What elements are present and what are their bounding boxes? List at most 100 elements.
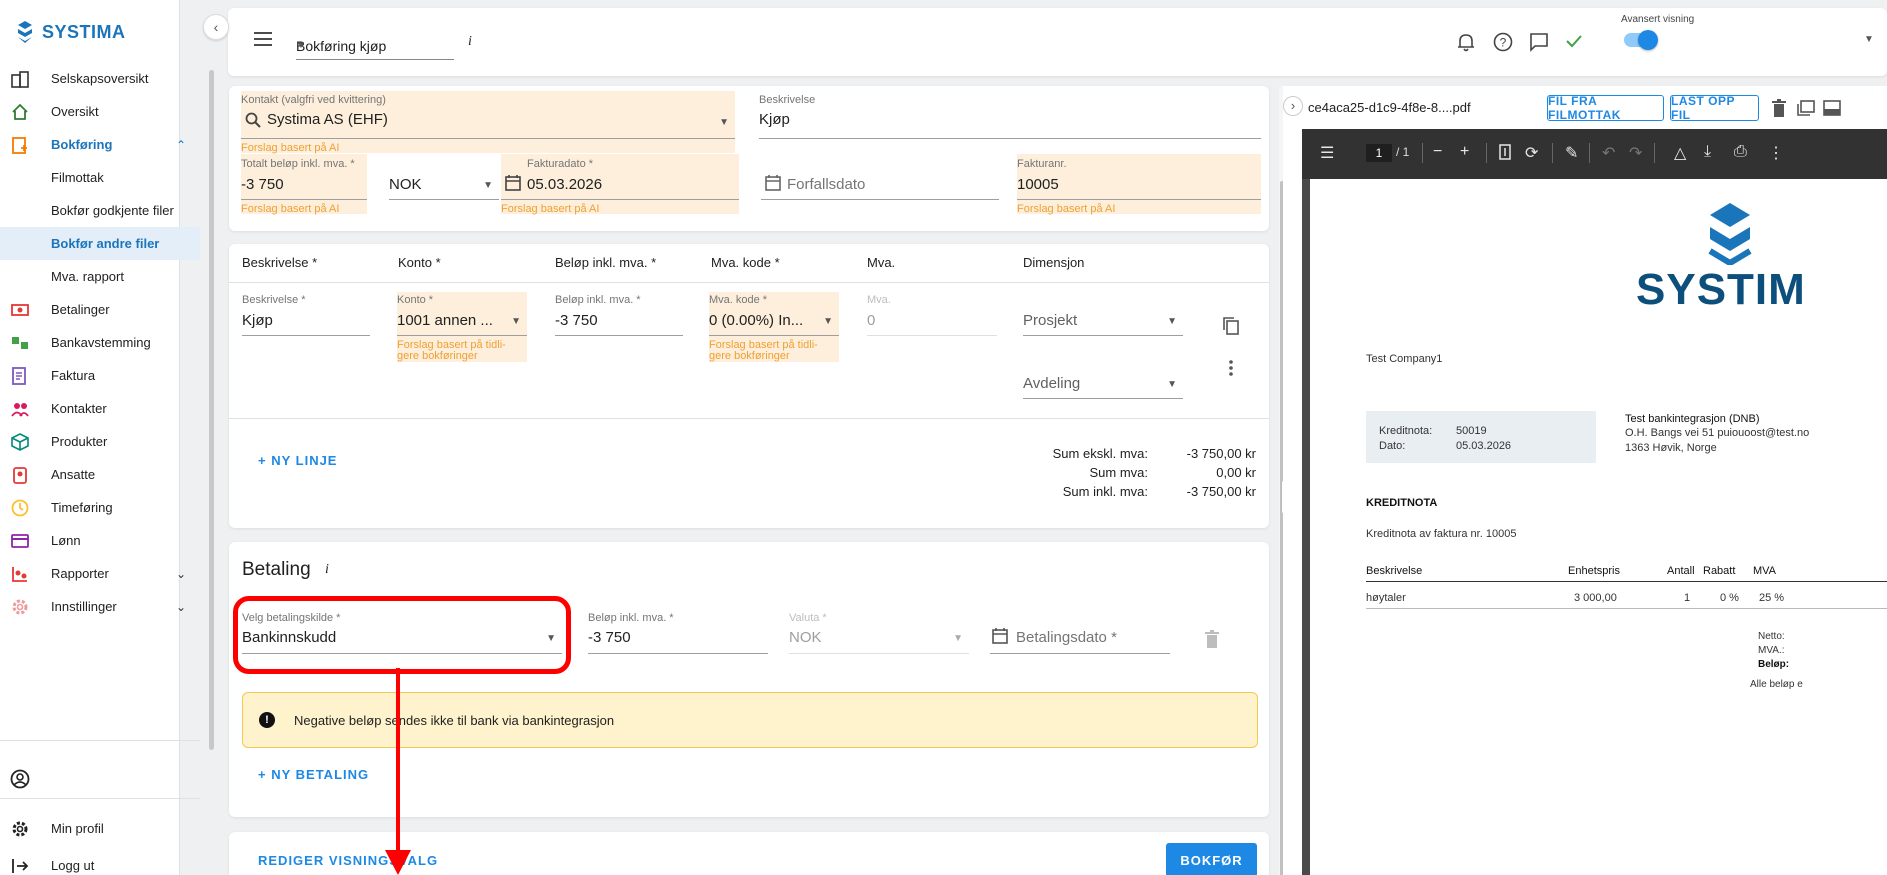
new-payment-button[interactable]: + NY BETALING: [258, 767, 369, 782]
sidebar-item-min-profil[interactable]: Min profil: [0, 812, 200, 845]
doc-recipient-line1: O.H. Bangs vei 51 puiouoost@test.no: [1625, 427, 1810, 439]
column-header-vat-code: Mva. kode *: [711, 255, 780, 270]
doc-table-rule: [1366, 581, 1887, 582]
sidebar-scrollbar[interactable]: [209, 70, 214, 750]
bookkeeping-mode-select[interactable]: Bokføring kjøp ▼: [296, 34, 454, 60]
sidebar-subitem-bokfor-andre[interactable]: Bokfør andre filer: [0, 227, 200, 260]
hamburger-menu-icon[interactable]: [254, 32, 272, 49]
currency-select[interactable]: NOK ▼: [389, 154, 499, 204]
upload-file-button[interactable]: LAST OPP FIL: [1670, 94, 1759, 122]
line-vat-label: Mva.: [867, 294, 891, 306]
description-field[interactable]: Beskrivelse Kjøp: [759, 91, 1261, 141]
sidebar-item-label: Min profil: [51, 821, 104, 836]
project-select[interactable]: Prosjekt ▼: [1023, 292, 1183, 336]
undo-icon[interactable]: ↶: [1602, 143, 1615, 163]
line-vat-code-select[interactable]: Mva. kode * 0 (0.00%) In... ▼ Forslag ba…: [709, 292, 839, 362]
sidebar-item-timeforing[interactable]: Timeføring: [0, 491, 200, 524]
logo-text: SYSTIMA: [42, 21, 126, 42]
underline: [709, 335, 839, 336]
bookkeeping-icon: [9, 134, 31, 156]
doc-row-description: høytaler: [1366, 592, 1406, 604]
sidebar-item-selskapsoversikt[interactable]: Selskapsoversikt: [0, 62, 200, 95]
underline: [1017, 199, 1261, 200]
doc-credit-note-label: Kreditnota:: [1379, 425, 1433, 437]
line-vat-value: 0: [867, 312, 876, 329]
post-button[interactable]: BOKFØR: [1166, 843, 1257, 875]
zoom-in-icon[interactable]: +: [1460, 143, 1469, 161]
checkmark-icon[interactable]: [1565, 32, 1583, 53]
chevron-right-icon[interactable]: ›: [1283, 96, 1303, 116]
sum-excl-label: Sum ekskl. mva:: [1052, 446, 1148, 461]
sidebar-item-logg-ut[interactable]: Logg ut: [0, 849, 200, 875]
sidebar-subitem-mva-rapport[interactable]: Mva. rapport: [0, 260, 200, 293]
mode-info-icon[interactable]: i: [468, 34, 472, 50]
file-from-inbox-button[interactable]: FIL FRA FILMOTTAK: [1547, 94, 1664, 122]
sidebar-subitem-bokfor-godkjente[interactable]: Bokfør godkjente filer: [0, 194, 200, 227]
sidebar-item-kontakter[interactable]: Kontakter: [0, 392, 200, 425]
account-dropdown-icon[interactable]: ▼: [1864, 34, 1874, 45]
zoom-out-icon[interactable]: −: [1433, 143, 1442, 161]
invoice-number-field[interactable]: Fakturanr. 10005 Forslag basert på AI: [1017, 154, 1261, 215]
sidebar-item-oversikt[interactable]: Oversikt: [0, 95, 200, 128]
due-date-field[interactable]: Forfallsdato: [761, 154, 999, 204]
department-select[interactable]: Avdeling ▼: [1023, 355, 1183, 399]
sidebar-item-label: Timeføring: [51, 500, 113, 515]
column-header-vat: Mva.: [867, 255, 896, 270]
split-view-icon[interactable]: [1823, 100, 1841, 119]
doc-credit-note-box: [1366, 411, 1596, 463]
sidebar-item-bokforing[interactable]: Bokføring ⌃: [0, 128, 200, 161]
payment-info-icon[interactable]: i: [325, 562, 329, 578]
toolbar-divider: [1654, 143, 1655, 163]
systima-logo[interactable]: SYSTIMA: [14, 20, 126, 44]
collapse-sidebar-button[interactable]: ‹: [203, 14, 229, 40]
payment-date-field[interactable]: Betalingsdato *: [990, 612, 1170, 656]
save-annotations-icon[interactable]: △: [1674, 143, 1686, 163]
chevron-down-icon: ⌄: [175, 599, 186, 614]
line-account-select[interactable]: Konto * 1001 annen ... ▼ Forslag basert …: [397, 292, 527, 362]
more-options-icon[interactable]: [1229, 360, 1233, 379]
pdf-viewer[interactable]: ☰ 1 / 1 − + ⟳ ✎ ↶ ↷ △ ⤓ ⎙ ⋮ SYSTIM Test: [1302, 129, 1887, 875]
notifications-bell-icon[interactable]: [1457, 32, 1475, 55]
sidebar-item-label: Bankavstemming: [51, 335, 151, 350]
pdf-panel: › ce4aca25-d1c9-4f8e-8....pdf FIL FRA FI…: [1283, 86, 1887, 875]
delete-file-icon[interactable]: [1772, 99, 1786, 120]
sidebar-item-rapporter[interactable]: Rapporter ⌄: [0, 557, 200, 590]
payment-amount-field[interactable]: Beløp inkl. mva. * -3 750: [588, 612, 768, 656]
advanced-view-label: Avansert visning: [1621, 14, 1695, 25]
print-icon[interactable]: ⎙: [1734, 143, 1747, 161]
line-account-label: Konto *: [397, 294, 434, 306]
sidebar-item-bankavstemming[interactable]: Bankavstemming: [0, 326, 200, 359]
new-line-button[interactable]: + NY LINJE: [258, 453, 337, 468]
redo-icon[interactable]: ↷: [1629, 143, 1642, 163]
contact-field[interactable]: Kontakt (valgfri ved kvittering) Systima…: [241, 91, 735, 154]
sidebar-item-produkter[interactable]: Produkter: [0, 425, 200, 458]
pdf-menu-icon[interactable]: ☰: [1320, 143, 1334, 163]
copy-line-icon[interactable]: [1222, 316, 1240, 339]
invoice-date-field[interactable]: Fakturadato * 05.03.2026 Forslag basert …: [501, 154, 739, 215]
download-icon[interactable]: ⤓: [1704, 143, 1711, 161]
fit-page-icon[interactable]: [1499, 144, 1511, 163]
rotate-icon[interactable]: ⟳: [1525, 143, 1538, 163]
sidebar-item-innstillinger[interactable]: Innstillinger ⌄: [0, 590, 200, 623]
delete-payment-icon[interactable]: [1205, 630, 1219, 651]
sidebar-item-label: Ansatte: [51, 467, 96, 482]
sidebar-item-faktura[interactable]: Faktura: [0, 359, 200, 392]
annotate-icon[interactable]: ✎: [1565, 143, 1578, 163]
sidebar-item-betalinger[interactable]: Betalinger: [0, 293, 200, 326]
sidebar-item-lonn[interactable]: Lønn: [0, 524, 200, 557]
pdf-page-input[interactable]: 1: [1366, 144, 1392, 162]
pdf-page: SYSTIM Test Company1 Kreditnota: 50019 D…: [1310, 179, 1887, 875]
sidebar-subitem-filmottak[interactable]: Filmottak: [0, 161, 200, 194]
sidebar-avatar[interactable]: [0, 762, 200, 795]
advanced-view-toggle[interactable]: [1624, 30, 1658, 50]
line-description-field[interactable]: Beskrivelse * Kjøp: [242, 292, 370, 336]
total-amount-field[interactable]: Totalt beløp inkl. mva. * -3 750 Forslag…: [241, 154, 367, 215]
line-amount-field[interactable]: Beløp inkl. mva. * -3 750: [555, 292, 683, 336]
chat-icon[interactable]: [1529, 32, 1549, 55]
sidebar-item-ansatte[interactable]: Ansatte: [0, 458, 200, 491]
dropdown-arrow-icon: ▼: [1167, 316, 1177, 327]
help-icon[interactable]: ?: [1493, 32, 1513, 55]
more-vert-icon[interactable]: ⋮: [1768, 143, 1784, 163]
open-in-window-icon[interactable]: [1797, 100, 1815, 119]
invoice-icon: [9, 365, 31, 387]
